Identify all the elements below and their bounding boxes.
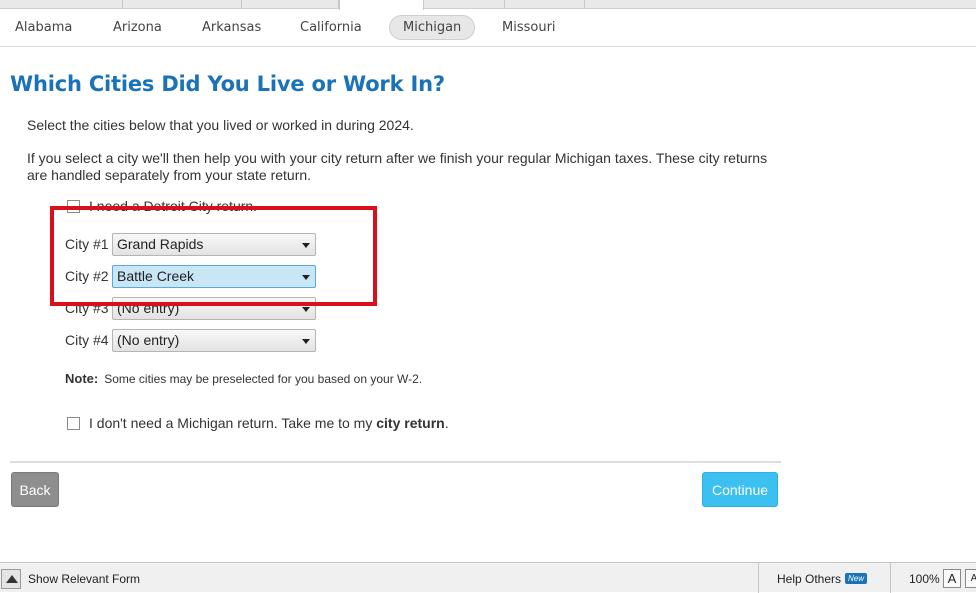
- page-title: Which Cities Did You Live or Work In?: [10, 72, 445, 96]
- state-nav: Alabama Arizona Arkansas California Mich…: [0, 10, 976, 47]
- chevron-down-icon: [302, 275, 310, 280]
- state-tab-california[interactable]: California: [287, 15, 375, 40]
- note-text: Some cities may be preselected for you b…: [104, 372, 423, 386]
- top-tab-strip: [0, 0, 976, 10]
- back-button[interactable]: Back: [11, 472, 59, 507]
- state-tab-alabama[interactable]: Alabama: [2, 15, 85, 40]
- detroit-checkbox-label: I need a Detroit City return.: [89, 198, 258, 214]
- continue-button[interactable]: Continue: [702, 472, 778, 507]
- top-tab[interactable]: [123, 0, 242, 9]
- state-tab-michigan[interactable]: Michigan: [389, 15, 476, 40]
- red-highlight-box: [50, 206, 377, 306]
- city-3-value: (No entry): [117, 300, 180, 316]
- separator: [890, 563, 891, 593]
- intro-text: Select the cities below that you lived o…: [27, 117, 414, 133]
- top-tab-active[interactable]: [339, 0, 424, 10]
- city-1-select[interactable]: Grand Rapids: [112, 233, 316, 256]
- city-2-value: Battle Creek: [117, 268, 195, 284]
- top-tab[interactable]: [0, 0, 123, 9]
- chevron-down-icon: [302, 243, 310, 248]
- skip-label-text: I don't need a Michigan return. Take me …: [89, 415, 377, 431]
- help-others-link[interactable]: Help Others: [777, 572, 841, 586]
- show-relevant-form-link[interactable]: Show Relevant Form: [28, 572, 140, 586]
- zoom-level: 100%: [909, 572, 940, 586]
- city-1-label: City #1: [65, 236, 109, 252]
- state-tab-arizona[interactable]: Arizona: [100, 15, 175, 40]
- note-label: Note:: [65, 371, 99, 386]
- explain-text: If you select a city we'll then help you…: [27, 150, 768, 183]
- city-1-value: Grand Rapids: [117, 236, 204, 252]
- divider: [10, 461, 781, 463]
- caret-up-icon: [6, 575, 18, 583]
- bottom-bar: Show Relevant Form Help Others New 100% …: [0, 562, 976, 593]
- note: Note: Some cities may be preselected for …: [65, 371, 422, 386]
- chevron-down-icon: [302, 339, 310, 344]
- skip-michigan-label: I don't need a Michigan return. Take me …: [89, 415, 449, 431]
- show-form-toggle[interactable]: [1, 569, 21, 589]
- font-large-button[interactable]: A: [943, 569, 961, 588]
- city-4-value: (No entry): [117, 332, 180, 348]
- skip-label-suffix: .: [444, 415, 449, 431]
- top-tab[interactable]: [505, 0, 585, 9]
- city-2-label: City #2: [65, 268, 109, 284]
- font-small-button[interactable]: A: [965, 569, 976, 588]
- skip-michigan-checkbox[interactable]: [67, 417, 80, 430]
- state-tab-missouri[interactable]: Missouri: [489, 15, 569, 40]
- city-2-select[interactable]: Battle Creek: [112, 265, 316, 288]
- chevron-down-icon: [302, 307, 310, 312]
- top-tab[interactable]: [424, 0, 505, 9]
- top-tab[interactable]: [242, 0, 339, 9]
- detroit-checkbox[interactable]: [67, 200, 80, 213]
- city-3-label: City #3: [65, 300, 109, 316]
- city-3-select[interactable]: (No entry): [112, 297, 316, 320]
- city-4-label: City #4: [65, 332, 109, 348]
- state-tab-arkansas[interactable]: Arkansas: [189, 15, 274, 40]
- separator: [758, 563, 759, 593]
- skip-label-bold: city return: [376, 415, 445, 431]
- new-badge: New: [845, 573, 868, 584]
- city-4-select[interactable]: (No entry): [112, 329, 316, 352]
